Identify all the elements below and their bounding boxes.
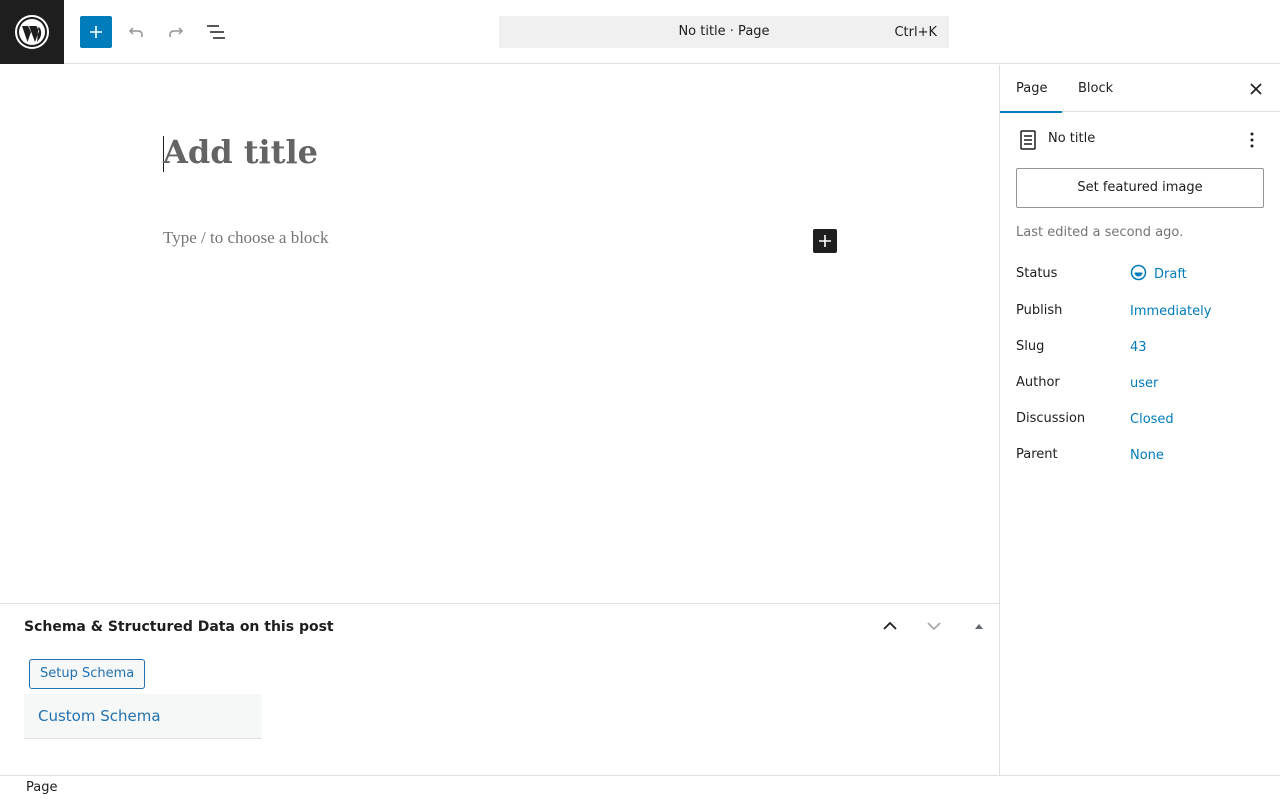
post-title-input[interactable]: Add title: [163, 133, 318, 171]
meta-row-discussion: Discussion Closed: [1016, 409, 1264, 433]
vertical-ellipsis-icon: [1250, 132, 1254, 148]
parent-value-button[interactable]: None: [1130, 448, 1164, 463]
breadcrumb[interactable]: Page: [26, 780, 57, 795]
editor-footer: Page: [0, 775, 1280, 800]
page-icon: [1020, 130, 1036, 150]
setup-schema-button[interactable]: Setup Schema: [29, 659, 146, 689]
document-title: No title · Page: [678, 24, 770, 39]
schema-metabox: Schema & Structured Data on this post Se…: [0, 603, 999, 775]
chevron-down-icon: [927, 622, 941, 631]
redo-button[interactable]: [160, 16, 192, 48]
list-view-icon: [207, 25, 225, 39]
more-options-button[interactable]: [1242, 129, 1262, 151]
author-value-button[interactable]: user: [1130, 376, 1158, 391]
meta-label: Parent: [1016, 447, 1058, 462]
custom-schema-tab[interactable]: Custom Schema: [24, 694, 262, 739]
last-edited-text: Last edited a second ago.: [1016, 225, 1184, 240]
set-featured-image-button[interactable]: Set featured image: [1016, 168, 1264, 208]
block-inserter-button[interactable]: [80, 16, 112, 48]
editor-canvas: [0, 65, 999, 603]
keyboard-shortcut: Ctrl+K: [894, 25, 937, 40]
meta-label: Author: [1016, 375, 1060, 390]
chevron-up-icon: [883, 621, 897, 630]
sidebar-tabs: Page Block: [1000, 65, 1280, 113]
plus-icon: [819, 235, 831, 247]
block-placeholder[interactable]: Type / to choose a block: [163, 228, 328, 248]
toggle-panel-button[interactable]: [968, 612, 990, 640]
meta-row-status: Status Draft: [1016, 264, 1264, 288]
move-down-button[interactable]: [920, 612, 948, 640]
meta-row-publish: Publish Immediately: [1016, 301, 1264, 325]
undo-icon: [128, 27, 143, 37]
redo-icon: [169, 27, 184, 37]
meta-label: Discussion: [1016, 411, 1086, 426]
meta-row-slug: Slug 43: [1016, 337, 1264, 361]
move-up-button[interactable]: [876, 612, 904, 640]
document-overview-button[interactable]: [200, 16, 232, 48]
wordpress-logo-icon[interactable]: [0, 0, 64, 64]
undo-button[interactable]: [120, 16, 152, 48]
metabox-title: Schema & Structured Data on this post: [24, 619, 334, 635]
close-settings-button[interactable]: [1244, 77, 1268, 101]
draft-status-icon: [1130, 264, 1147, 281]
status-value-button[interactable]: Draft: [1154, 267, 1187, 282]
editor-header: No title · Page Ctrl+K: [0, 0, 1280, 64]
close-icon: [1250, 83, 1262, 95]
settings-sidebar: Page Block No title Set featured image L…: [999, 65, 1280, 775]
add-block-button[interactable]: [813, 229, 837, 253]
meta-row-parent: Parent None: [1016, 445, 1264, 469]
meta-label: Status: [1016, 266, 1058, 281]
caret-up-icon: [975, 624, 983, 629]
slug-value-button[interactable]: 43: [1130, 340, 1147, 355]
meta-label: Publish: [1016, 303, 1063, 318]
discussion-value-button[interactable]: Closed: [1130, 412, 1174, 427]
sidebar-doc-title: No title: [1048, 131, 1096, 146]
command-palette-bar[interactable]: No title · Page Ctrl+K: [499, 16, 949, 48]
meta-row-author: Author user: [1016, 373, 1264, 397]
meta-label: Slug: [1016, 339, 1045, 354]
publish-value-button[interactable]: Immediately: [1130, 304, 1211, 319]
plus-icon: [90, 26, 102, 38]
tab-block[interactable]: Block: [1062, 65, 1129, 112]
tab-page[interactable]: Page: [1000, 65, 1062, 113]
